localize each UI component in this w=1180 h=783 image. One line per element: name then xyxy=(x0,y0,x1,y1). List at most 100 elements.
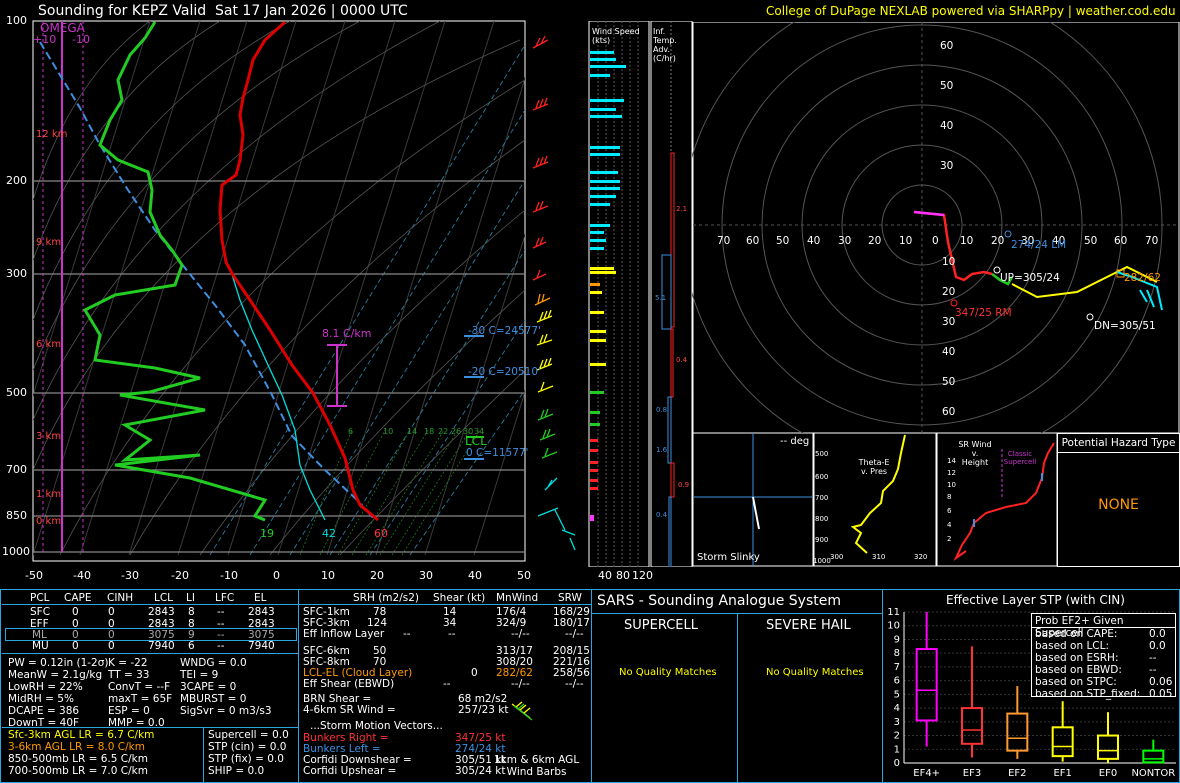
temp-tick: 20 xyxy=(370,569,384,582)
theta-tick: 700 xyxy=(815,494,829,502)
srwind-tick: 6 xyxy=(947,507,952,515)
temp-tick: -40 xyxy=(73,569,91,582)
hodo-ring-label: 30 xyxy=(940,160,954,172)
stp-box xyxy=(1051,726,1074,758)
pressure-tick: 500 xyxy=(6,386,27,399)
left-mover-label: 274/24 LM xyxy=(1011,239,1067,251)
hodograph xyxy=(692,22,1180,434)
temp-adv-value: 0.4 xyxy=(656,511,668,519)
hodo-x-label: 30 xyxy=(838,235,852,247)
col-pcl: PCL xyxy=(30,592,50,604)
temp-tick: 50 xyxy=(517,569,531,582)
stp-legend-values: 0.0 0.0 -- -- 0.06 0.05 xyxy=(1149,628,1173,700)
srwind-tick: 4 xyxy=(947,521,952,529)
downshear-label: DN=305/51 xyxy=(1094,320,1156,332)
upshear-label: UP=305/24 xyxy=(1000,272,1060,284)
sars-title: SARS - Sounding Analogue System xyxy=(597,593,841,609)
height-label: 12 km xyxy=(36,129,68,140)
hodo-x-label: 0 xyxy=(932,235,939,247)
stp-x-label: EF2 xyxy=(1008,768,1026,779)
temp-tick: -50 xyxy=(25,569,43,582)
theta-tick: 320 xyxy=(914,553,928,561)
temp-adv-value: 2.1 xyxy=(676,205,688,213)
storm-slinky-deg: -- deg xyxy=(780,436,810,447)
col-lfc: LFC xyxy=(215,592,235,604)
theta-tick: 310 xyxy=(872,553,886,561)
stp-y-tick: 0 xyxy=(894,758,900,769)
temp-tick: -20 xyxy=(171,569,189,582)
composite-params: Supercell = 0.0 STP (cin) = 0.0 STP (fix)… xyxy=(208,729,289,777)
hodo-x-label: 10 xyxy=(960,235,974,247)
mixing-ratio-label: 26 xyxy=(451,427,462,436)
hodo-x-label: 20 xyxy=(991,235,1005,247)
hodo-x-label: 50 xyxy=(776,235,790,247)
mixing-ratio-label: 30 xyxy=(463,427,474,436)
classic-supercell-label: Classic Supercell xyxy=(1003,450,1037,466)
sars-supercell-result: No Quality Matches xyxy=(619,667,717,678)
wind-speed-tick: 80 xyxy=(616,569,630,582)
temp-tick: 10 xyxy=(321,569,335,582)
storm-slinky-label: Storm Slinky xyxy=(697,552,760,563)
hodo-x-label: 60 xyxy=(746,235,760,247)
indices-col3: WNDG = 0.0 TEI = 9 3CAPE = 0 MBURST = 0 Sig… xyxy=(180,657,272,717)
pressure-tick: 1000 xyxy=(2,545,30,558)
mixing-ratio-label: 10 xyxy=(383,427,394,436)
mixing-ratio-label: 34 xyxy=(474,427,485,436)
mixing-ratio-label: 6 xyxy=(348,427,354,436)
temp-tick: -10 xyxy=(220,569,238,582)
srwind-tick: 10 xyxy=(947,481,956,489)
mean-wind-label: 282/62 xyxy=(1124,272,1161,284)
wind-barb-caption: 1km & 6km AGL Wind Barbs xyxy=(494,754,580,778)
pressure-tick: 100 xyxy=(6,14,27,27)
credit-text: College of DuPage NEXLAB powered via SHA… xyxy=(766,4,1176,18)
storm-slinky-panel xyxy=(692,433,814,567)
theta-tick: 500 xyxy=(815,450,829,458)
stp-y-tick: 8 xyxy=(894,648,900,659)
isotherm-label: 0 C=11577' xyxy=(466,447,529,459)
stp-x-label: EF0 xyxy=(1099,768,1117,779)
hodo-ring-label: 20 xyxy=(942,286,956,298)
skewt-diagram xyxy=(32,20,576,562)
stp-legend-labels: based on CAPE: based on LCL: based on ESRH… xyxy=(1035,628,1141,700)
surface-wetbulb-value: 42 xyxy=(322,527,336,540)
pressure-tick: 300 xyxy=(6,267,27,280)
stp-legend: Prob EF2+ Given Supercell based on CAPE:… xyxy=(1031,613,1176,700)
stp-y-tick: 11 xyxy=(887,607,900,618)
hodo-ring-label: 30 xyxy=(942,316,956,328)
temp-tick: 40 xyxy=(468,569,482,582)
height-label: 1 km xyxy=(36,489,62,500)
stp-box xyxy=(1006,712,1029,752)
stp-y-tick: 1 xyxy=(894,744,900,755)
indices-col1: PW = 0.12in (1-2σ) MeanW = 2.1g/kg LowRH =… xyxy=(8,657,109,729)
stp-y-tick: 9 xyxy=(894,634,900,645)
pressure-tick: 700 xyxy=(6,463,27,476)
stp-box xyxy=(961,707,983,745)
hodo-ring-label: 50 xyxy=(942,376,956,388)
storm-motion-title: ...Storm Motion Vectors... xyxy=(310,720,443,732)
hodo-ring-label: 40 xyxy=(942,346,956,358)
hodo-ring-label: 60 xyxy=(940,40,954,52)
wind-speed-tick: 40 xyxy=(598,569,612,582)
isotherm-label: -30 C=24577' xyxy=(468,325,541,337)
col-cinh: CINH xyxy=(107,592,134,604)
hodo-ring-label: 10 xyxy=(942,256,956,268)
pressure-tick: 850 xyxy=(6,509,27,522)
sars-supercell-header: SUPERCELL xyxy=(624,618,698,633)
theta-tick: 1000 xyxy=(813,557,831,565)
temp-adv-value: 0.8 xyxy=(656,406,668,414)
srwind-tick: 8 xyxy=(947,493,952,501)
stp-box xyxy=(1142,749,1165,764)
theta-tick: 600 xyxy=(815,473,829,481)
temp-adv-title: Inf. Temp. Adv. (C/hr) xyxy=(653,27,677,63)
temp-tick: 30 xyxy=(419,569,433,582)
lapse-rate-label: 8.1 C/km xyxy=(322,327,372,340)
stp-box xyxy=(1097,734,1119,760)
surface-temp-value: 60 xyxy=(374,527,388,540)
stp-y-tick: 4 xyxy=(894,703,900,714)
right-mover-label: 347/25 RM xyxy=(955,307,1012,319)
height-label: 6 km xyxy=(36,339,62,350)
hodo-ring-label: 50 xyxy=(940,80,954,92)
stp-x-label: EF3 xyxy=(963,768,981,779)
omega-tick: -10 xyxy=(72,33,90,46)
temp-adv-value: 0.4 xyxy=(676,356,688,364)
